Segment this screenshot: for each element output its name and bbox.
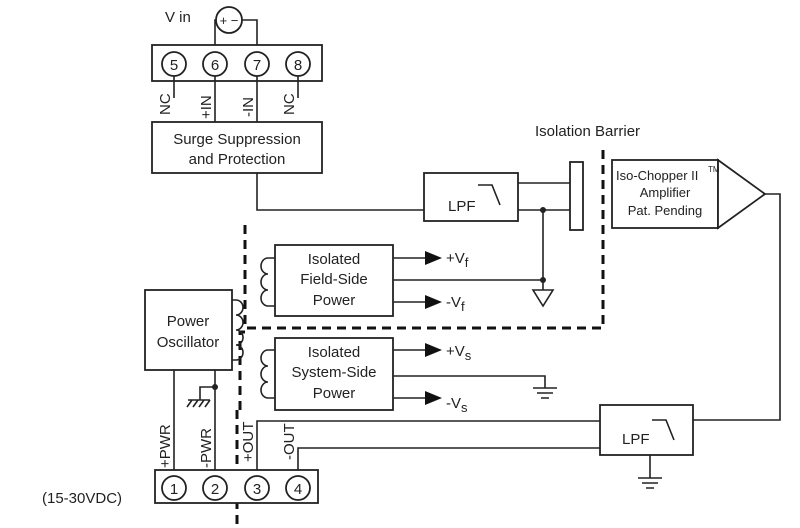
output-lpf-label: LPF [622, 431, 650, 448]
terminal-label-plus-pwr: +PWR [157, 424, 174, 468]
input-terminal-6: 6 [202, 51, 228, 77]
terminal-label-nc: NC [157, 93, 174, 115]
svg-text:4: 4 [294, 481, 302, 498]
svg-text:1: 1 [170, 481, 178, 498]
input-lpf-label: LPF [448, 198, 476, 215]
minus-vs-label: -Vs [446, 395, 468, 415]
svg-text:7: 7 [253, 57, 261, 74]
field-line3: Power [313, 292, 356, 309]
transformer-coil-icon [260, 257, 275, 307]
input-terminal-7: 7 [244, 51, 270, 77]
svg-text:2: 2 [211, 481, 219, 498]
minus-vf-label: -Vf [446, 294, 465, 314]
sys-line2: System-Side [291, 364, 376, 381]
vin-label: V in [165, 9, 191, 26]
ground-icon [638, 455, 662, 489]
plus-vs-label: +Vs [446, 343, 472, 363]
barrier-capacitor [569, 161, 584, 231]
supply-range-label: (15-30VDC) [42, 490, 122, 507]
sys-line1: Isolated [308, 344, 361, 361]
input-terminal-8: 8 [285, 51, 311, 77]
transformer-coil-icon [260, 349, 275, 399]
block-diagram: V in + − 5 6 7 8 NC +IN -IN NC Surge Sup… [42, 6, 781, 528]
svg-text:3: 3 [253, 481, 261, 498]
field-line1: Isolated [308, 251, 361, 268]
terminal-label-minus-in: -IN [240, 97, 257, 117]
sys-line3: Power [313, 385, 356, 402]
terminal-label-minus-pwr: -PWR [198, 428, 215, 468]
svg-text:5: 5 [170, 57, 178, 74]
surge-line1: Surge Suppression [173, 131, 301, 148]
osc-line2: Oscillator [157, 334, 220, 351]
output-terminal-3: 3 [244, 475, 270, 501]
surge-line2: and Protection [189, 151, 286, 168]
transformer-coil-icon [232, 299, 244, 361]
field-line2: Field-Side [300, 271, 368, 288]
plus-vf-label: +Vf [446, 250, 469, 270]
output-terminal-2: 2 [202, 475, 228, 501]
terminal-label-minus-out: -OUT [281, 423, 298, 460]
terminal-label-nc: NC [281, 93, 298, 115]
terminal-label-plus-out: +OUT [240, 422, 257, 462]
isolation-barrier-label: Isolation Barrier [535, 123, 640, 140]
svg-text:6: 6 [211, 57, 219, 74]
osc-line1: Power [167, 313, 210, 330]
amplifier-line2: Amplifier [640, 185, 691, 200]
arrow-icon [425, 343, 442, 405]
signal-ground-icon [531, 289, 555, 308]
amplifier-triangle-icon [717, 158, 767, 230]
amplifier-line1: Iso-Chopper II [616, 168, 698, 183]
terminal-label-plus-in: +IN [198, 95, 215, 119]
amplifier-line3: Pat. Pending [628, 203, 702, 218]
svg-text:8: 8 [294, 57, 302, 74]
input-terminal-5: 5 [161, 51, 187, 77]
source-polarity: + − [220, 13, 239, 28]
output-terminal-1: 1 [161, 475, 187, 501]
power-oscillator-box [144, 289, 233, 371]
output-terminal-4: 4 [285, 475, 311, 501]
trademark: TM [708, 165, 720, 174]
